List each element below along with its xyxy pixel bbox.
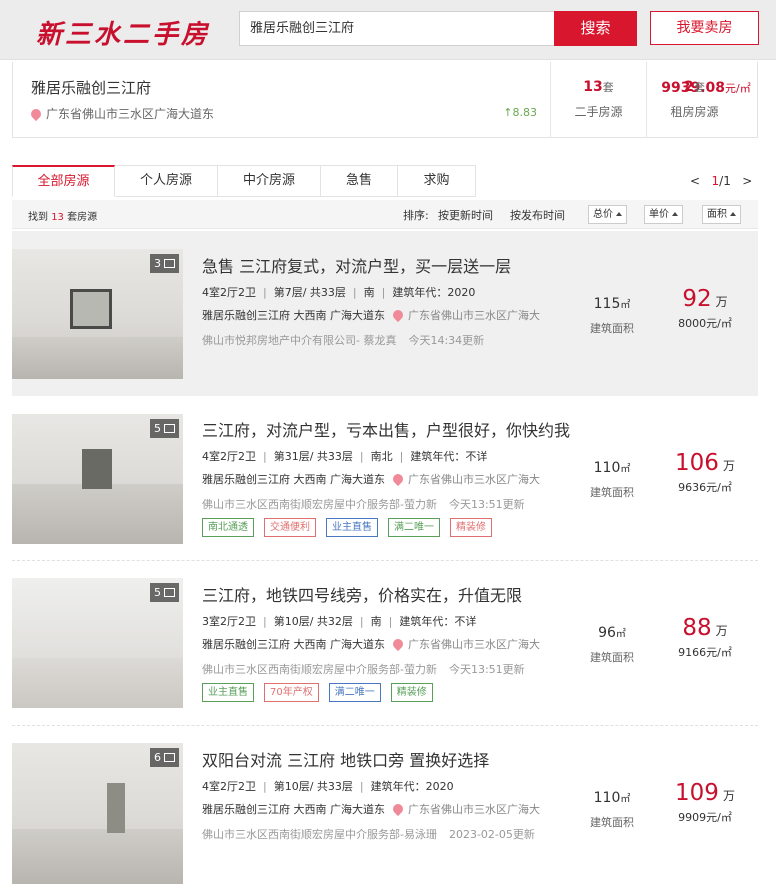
listing-agent: 佛山市三水区西南街顺宏房屋中介服务部-萤力新 今天13:51更新 — [202, 498, 525, 511]
location-pin-icon — [390, 471, 406, 487]
sort-area-button[interactable]: 面积 — [702, 205, 741, 224]
sell-house-button[interactable]: 我要卖房 — [650, 11, 759, 45]
listing-price: 88 万 9166元/㎡ — [678, 615, 732, 659]
listing-item[interactable]: 6 双阳台对流 三江府 地铁口旁 置换好选择 4室2厅2卫 | 第10层/ 共33层… — [12, 727, 758, 884]
feature-tag: 业主直售 — [326, 518, 378, 537]
feature-tag: 交通便利 — [264, 518, 316, 537]
listing-item[interactable]: 5 三江府，对流户型，亏本出售，户型很好，你快约我 4室2厅2卫 | 第31层/ 共… — [12, 397, 758, 560]
sort-arrow-icon — [672, 212, 678, 216]
listing-photo[interactable]: 5 — [12, 414, 183, 544]
sort-arrow-icon — [730, 212, 736, 216]
feature-tag: 精装修 — [450, 518, 492, 537]
listing-price: 106 万 9636元/㎡ — [675, 450, 735, 494]
image-icon — [164, 424, 175, 433]
listing-location: 雅居乐融创三江府 大西南 广海大道东 广东省佛山市三水区广海大 — [202, 636, 540, 652]
tab-urgent[interactable]: 急售 — [321, 165, 398, 197]
listing-meta: 4室2厅2卫 | 第7层/ 共33层 | 南 | 建筑年代：2020 — [202, 286, 476, 299]
listing-area: 110㎡ 建筑面积 — [590, 790, 634, 829]
listing-title[interactable]: 三江府，对流户型，亏本出售，户型很好，你快约我 — [202, 417, 570, 441]
listing-area: 96㎡ 建筑面积 — [590, 625, 634, 664]
listing-divider — [12, 725, 758, 726]
listing-photo[interactable]: 5 — [12, 578, 183, 708]
sort-total-price-button[interactable]: 总价 — [588, 205, 627, 224]
listing-photo[interactable]: 6 — [12, 743, 183, 884]
feature-tag: 南北通透 — [202, 518, 254, 537]
next-page-button[interactable]: > — [742, 174, 752, 188]
sort-by-publish[interactable]: 按发布时间 — [510, 207, 565, 223]
photo-count-badge: 5 — [150, 583, 179, 602]
listing-price: 109 万 9909元/㎡ — [675, 780, 735, 824]
listing-agent: 佛山市悦邦房地产中介有限公司- 蔡龙真 今天14:34更新 — [202, 334, 485, 347]
secondhand-stat[interactable]: 13套 二手房源 — [550, 62, 646, 138]
tab-wanted[interactable]: 求购 — [398, 165, 476, 197]
site-logo[interactable]: 新三水二手房 — [36, 14, 210, 51]
listing-tabs: 全部房源 个人房源 中介房源 急售 求购 — [12, 165, 476, 197]
community-name[interactable]: 雅居乐融创三江府 — [31, 77, 151, 98]
listing-title[interactable]: 双阳台对流 三江府 地铁口旁 置换好选择 — [202, 747, 489, 771]
feature-tag: 业主直售 — [202, 683, 254, 702]
feature-tag: 70年产权 — [264, 683, 319, 702]
price-change: ↑8.83 — [503, 106, 537, 119]
search-input[interactable]: 雅居乐融创三江府 — [239, 11, 555, 46]
listing-item[interactable]: 5 三江府，地铁四号线旁，价格实在，升值无限 3室2厅2卫 | 第10层/ 共32层… — [12, 562, 758, 725]
sort-arrow-icon — [616, 212, 622, 216]
listing-meta: 3室2厅2卫 | 第10层/ 共32层 | 南 | 建筑年代：不详 — [202, 615, 477, 628]
prev-page-button[interactable]: < — [690, 174, 700, 188]
sort-label: 排序: — [403, 209, 429, 222]
result-toolbar: 找到 13 套房源 排序: 按更新时间 按发布时间 总价 单价 面积 — [12, 200, 758, 229]
listing-tags: 南北通透 交通便利 业主直售 满二唯一 精装修 — [202, 518, 492, 537]
listing-area: 115㎡ 建筑面积 — [590, 296, 634, 335]
location-pin-icon — [28, 106, 44, 122]
photo-count-badge: 5 — [150, 419, 179, 438]
pager: < 1/1 > — [690, 174, 753, 188]
listing-item[interactable]: 3 急售 三江府复式，对流户型，买一层送一层 4室2厅2卫 | 第7层/ 共33层 |… — [12, 231, 758, 396]
listing-meta: 4室2厅2卫 | 第31层/ 共33层 | 南北 | 建筑年代：不详 — [202, 450, 488, 463]
listing-location: 雅居乐融创三江府 大西南 广海大道东 广东省佛山市三水区广海大 — [202, 471, 540, 487]
listing-location: 雅居乐融创三江府 大西南 广海大道东 广东省佛山市三水区广海大 — [202, 307, 540, 323]
sort-by-update[interactable]: 按更新时间 — [438, 207, 493, 223]
listing-price: 92 万 8000元/㎡ — [678, 286, 732, 330]
feature-tag: 满二唯一 — [328, 683, 381, 702]
search-button[interactable]: 搜索 — [554, 11, 637, 46]
listing-title[interactable]: 急售 三江府复式，对流户型，买一层送一层 — [202, 253, 511, 277]
photo-count-badge: 6 — [150, 748, 179, 767]
listing-area: 110㎡ 建筑面积 — [590, 460, 634, 499]
result-count: 找到 13 套房源 — [28, 212, 98, 223]
listing-meta: 4室2厅2卫 | 第10层/ 共33层 | 建筑年代：2020 — [202, 780, 454, 793]
location-pin-icon — [390, 636, 406, 652]
listing-agent: 佛山市三水区西南街顺宏房屋中介服务部-易泳珊 2023-02-05更新 — [202, 828, 535, 841]
tab-all[interactable]: 全部房源 — [12, 165, 115, 197]
feature-tag: 精装修 — [390, 683, 433, 702]
tab-agency[interactable]: 中介房源 — [218, 165, 321, 197]
listing-divider — [12, 560, 758, 561]
location-pin-icon — [390, 307, 406, 323]
feature-tag: 满二唯一 — [388, 518, 440, 537]
location-pin-icon — [390, 801, 406, 817]
sort-unit-price-button[interactable]: 单价 — [644, 205, 683, 224]
image-icon — [164, 753, 175, 762]
rent-stat[interactable]: 2套 租房房源 — [646, 62, 742, 138]
image-icon — [164, 259, 175, 268]
listing-tags: 业主直售 70年产权 满二唯一 精装修 — [202, 683, 433, 702]
community-address: 广东省佛山市三水区广海大道东 — [28, 105, 214, 122]
listing-photo[interactable]: 3 — [12, 249, 183, 379]
listing-title[interactable]: 三江府，地铁四号线旁，价格实在，升值无限 — [202, 582, 522, 606]
listing-location: 雅居乐融创三江府 大西南 广海大道东 广东省佛山市三水区广海大 — [202, 801, 540, 817]
tab-personal[interactable]: 个人房源 — [115, 165, 218, 197]
site-header: 新三水二手房 雅居乐融创三江府 搜索 我要卖房 — [0, 0, 776, 60]
community-summary: 雅居乐融创三江府 广东省佛山市三水区广海大道东 9939.08元/㎡ ↑8.83… — [12, 62, 758, 138]
current-page: 1 — [711, 174, 720, 188]
image-icon — [164, 588, 175, 597]
listing-agent: 佛山市三水区西南街顺宏房屋中介服务部-萤力新 今天13:51更新 — [202, 663, 525, 676]
photo-count-badge: 3 — [150, 254, 179, 273]
